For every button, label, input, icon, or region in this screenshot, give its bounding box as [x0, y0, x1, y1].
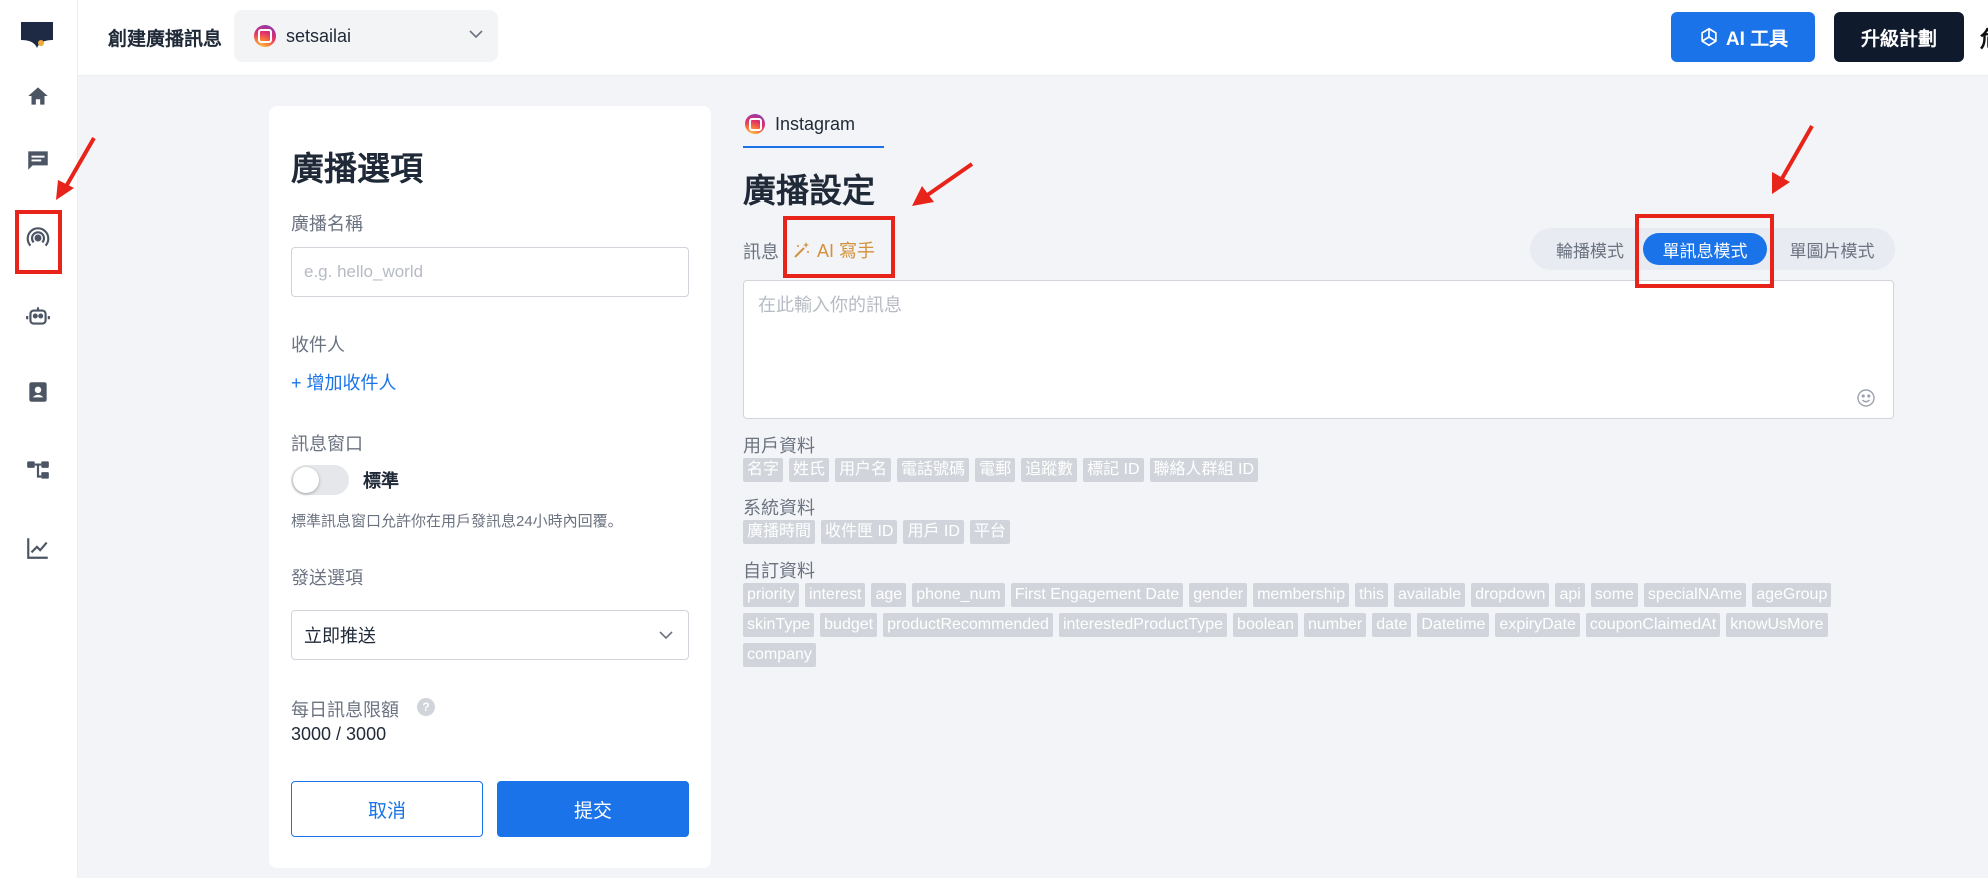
tab-instagram-label: Instagram	[775, 114, 856, 134]
custom-data-tag[interactable]: number	[1304, 613, 1367, 637]
recipient-label: 收件人	[291, 335, 345, 355]
top-bar: 創建廣播訊息 setsailai AI 工具 升級計劃 危	[78, 0, 1988, 76]
user-data-tag[interactable]: 電郵	[975, 458, 1016, 482]
openai-icon	[1701, 27, 1717, 47]
custom-data-tags: priority interest age phone_num First Engage…	[743, 583, 1863, 667]
home-icon[interactable]	[22, 80, 54, 112]
carousel-mode-button[interactable]: 輪播模式	[1530, 228, 1650, 270]
send-option-select[interactable]: 立即推送	[291, 610, 689, 660]
user-data-tag[interactable]: 聯絡人群組 ID	[1149, 458, 1258, 482]
single-image-mode-button[interactable]: 單圖片模式	[1772, 228, 1892, 270]
custom-data-tag[interactable]: priority	[743, 583, 800, 607]
custom-data-tag[interactable]: dropdown	[1471, 583, 1550, 607]
annotation-arrow	[56, 137, 96, 200]
system-data-tag[interactable]: 用戶 ID	[903, 520, 964, 544]
custom-data-tag[interactable]: First Engagement Date	[1010, 583, 1184, 607]
custom-data-tag[interactable]: productRecommended	[883, 613, 1053, 637]
panel-title: 廣播選項	[291, 150, 423, 187]
annotation-box-broadcast	[15, 210, 62, 274]
broadcast-settings-title: 廣播設定	[743, 172, 875, 209]
page-title: 創建廣播訊息	[108, 29, 223, 50]
contacts-icon[interactable]	[22, 376, 54, 408]
user-data-tag[interactable]: 姓氏	[789, 458, 830, 482]
custom-data-tag[interactable]: api	[1555, 583, 1585, 607]
message-window-toggle[interactable]	[291, 465, 349, 495]
daily-quota-label: 每日訊息限額	[291, 700, 399, 720]
ai-tools-button[interactable]: AI 工具	[1671, 12, 1815, 62]
flow-icon[interactable]	[22, 454, 54, 486]
user-data-label: 用戶資料	[743, 436, 815, 456]
custom-data-tag[interactable]: boolean	[1233, 613, 1298, 637]
system-data-tags: 廣播時間 收件匣 ID 用戶 ID 平台	[743, 520, 1913, 544]
custom-data-tag[interactable]: phone_num	[912, 583, 1005, 607]
custom-data-tag[interactable]: skinType	[743, 613, 815, 637]
custom-data-tag[interactable]: interestedProductType	[1058, 613, 1228, 637]
user-data-tag[interactable]: 名字	[743, 458, 784, 482]
user-data-tags: 名字 姓氏 用户名 電話號碼 電郵 追蹤數 標記 ID 聯絡人群組 ID	[743, 458, 1913, 482]
system-data-tag[interactable]: 平台	[969, 520, 1010, 544]
custom-data-label: 自訂資料	[743, 561, 815, 581]
chat-icon[interactable]	[22, 144, 54, 176]
annotation-box-ai-writer	[783, 216, 895, 278]
message-window-label: 訊息窗口	[291, 434, 363, 454]
cancel-button[interactable]: 取消	[291, 781, 483, 837]
system-data-tag[interactable]: 廣播時間	[743, 520, 816, 544]
user-data-tag[interactable]: 標記 ID	[1083, 458, 1144, 482]
broadcast-name-input[interactable]	[291, 247, 689, 297]
custom-data-tag[interactable]: gender	[1189, 583, 1248, 607]
message-label: 訊息	[743, 242, 779, 262]
help-icon[interactable]: ?	[417, 698, 435, 716]
chevron-down-icon	[659, 631, 673, 640]
annotation-arrow	[1772, 125, 1814, 194]
custom-data-tag[interactable]: available	[1394, 583, 1466, 607]
bot-icon[interactable]	[22, 300, 54, 332]
submit-button[interactable]: 提交	[497, 781, 689, 837]
message-window-hint: 標準訊息窗口允許你在用戶發訊息24小時內回覆。	[291, 513, 623, 530]
annotation-arrow	[912, 162, 974, 206]
upgrade-button[interactable]: 升級計劃	[1834, 12, 1964, 62]
custom-data-tag[interactable]: date	[1372, 613, 1412, 637]
daily-quota-value: 3000 / 3000	[291, 724, 387, 744]
custom-data-tag[interactable]: some	[1590, 583, 1638, 607]
system-data-label: 系統資料	[743, 498, 815, 518]
custom-data-tag[interactable]: expiryDate	[1495, 613, 1580, 637]
custom-data-tag[interactable]: this	[1355, 583, 1388, 607]
send-option-value: 立即推送	[304, 626, 376, 646]
analytics-icon[interactable]	[22, 532, 54, 564]
emoji-icon[interactable]	[1856, 388, 1876, 408]
custom-data-tag[interactable]: budget	[820, 613, 878, 637]
chevron-down-icon	[469, 30, 483, 39]
message-input[interactable]	[743, 280, 1894, 419]
account-name: setsailai	[286, 25, 352, 46]
user-data-tag[interactable]: 追蹤數	[1021, 458, 1078, 482]
custom-data-tag[interactable]: Datetime	[1417, 613, 1490, 637]
header-overflow-text: 危	[1980, 22, 1988, 54]
annotation-box-single-mode	[1635, 214, 1774, 288]
custom-data-tag[interactable]: specialNAme	[1643, 583, 1747, 607]
ai-tools-label: AI 工具	[1725, 28, 1789, 50]
custom-data-tag[interactable]: knowUsMore	[1726, 613, 1828, 637]
sidebar	[0, 0, 78, 878]
send-option-label: 發送選項	[291, 568, 363, 588]
user-data-tag[interactable]: 電話號碼	[897, 458, 970, 482]
instagram-icon	[745, 114, 765, 134]
custom-data-tag[interactable]: age	[871, 583, 907, 607]
custom-data-tag[interactable]: interest	[805, 583, 866, 607]
tab-instagram[interactable]: Instagram	[743, 110, 884, 148]
system-data-tag[interactable]: 收件匣 ID	[821, 520, 898, 544]
add-recipient-link[interactable]: + 增加收件人	[291, 369, 397, 395]
custom-data-tag[interactable]: company	[743, 643, 816, 667]
message-window-toggle-label: 標準	[363, 471, 399, 491]
custom-data-tag[interactable]: ageGroup	[1752, 583, 1832, 607]
broadcast-name-label: 廣播名稱	[291, 214, 363, 234]
app-logo-icon[interactable]	[20, 20, 54, 50]
broadcast-options-panel: 廣播選項 廣播名稱 收件人 + 增加收件人 訊息窗口 標準 標準訊息窗口允許你在…	[269, 106, 711, 868]
account-selector[interactable]: setsailai	[234, 10, 498, 62]
custom-data-tag[interactable]: couponClaimedAt	[1585, 613, 1721, 637]
user-data-tag[interactable]: 用户名	[835, 458, 892, 482]
instagram-icon	[254, 25, 276, 47]
custom-data-tag[interactable]: membership	[1253, 583, 1350, 607]
